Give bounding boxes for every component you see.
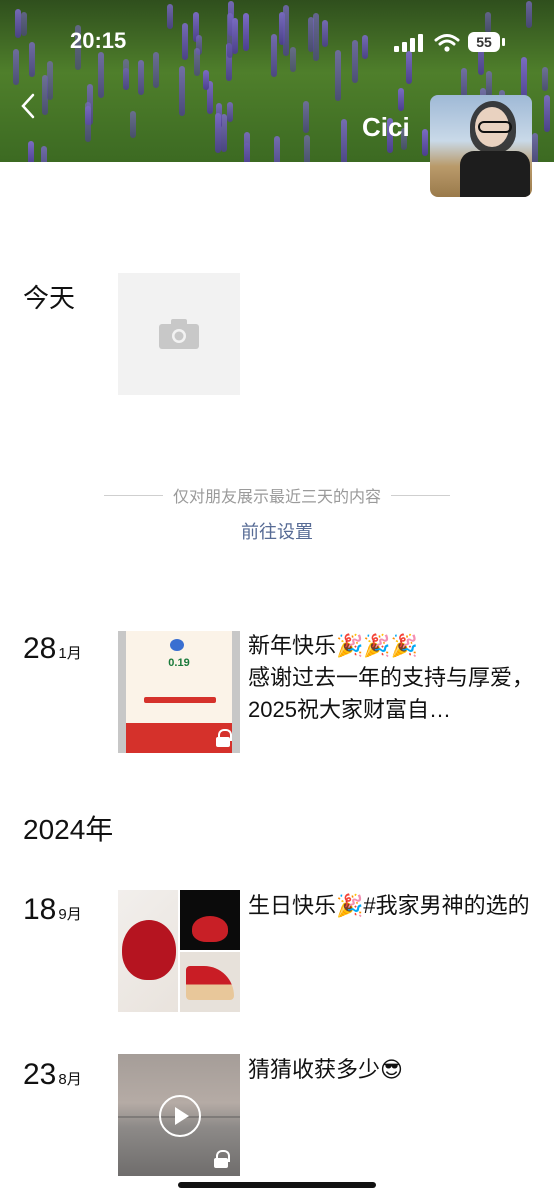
lupine-flower [41, 145, 48, 162]
post-day: 28 [23, 632, 57, 665]
lupine-flower [27, 140, 34, 162]
post-video-thumbnail[interactable] [118, 1054, 240, 1176]
post-date: 28 1月 [23, 632, 82, 666]
privacy-note-text: 仅对朋友展示最近三天的内容 [173, 489, 382, 506]
post-text[interactable]: 新年快乐🎉🎉🎉 感谢过去一年的支持与厚爱，2025祝大家财富自… [248, 630, 534, 726]
cake-photo-3 [180, 952, 240, 1012]
lupine-flower [302, 100, 309, 134]
status-bar: 20:15 55 [0, 0, 554, 82]
divider-line [104, 494, 163, 496]
thumb-bar [144, 697, 216, 703]
year-divider: 2024年 [23, 814, 114, 845]
post-month: 8月 [58, 1071, 82, 1088]
avatar-glasses [478, 121, 512, 133]
play-icon[interactable] [159, 1095, 201, 1137]
chevron-left-icon [21, 93, 35, 119]
post-day: 18 [23, 893, 57, 926]
thumb-amount: 0.19 [168, 657, 190, 669]
back-button[interactable] [20, 92, 40, 122]
add-photo-placeholder[interactable] [118, 273, 240, 395]
cake-photo-1 [118, 890, 178, 1012]
lupine-flower [274, 135, 281, 162]
avatar-body [460, 151, 530, 197]
cake-photo-2 [180, 890, 240, 950]
go-to-settings-link[interactable]: 前往设置 [0, 518, 554, 544]
post-text[interactable]: 生日快乐🎉#我家男神的选的 [248, 890, 534, 922]
lupine-flower [130, 111, 137, 139]
post-month: 9月 [58, 906, 82, 923]
post-month: 1月 [58, 645, 82, 662]
home-indicator [178, 1182, 376, 1188]
battery-nub [502, 38, 505, 46]
post-text[interactable]: 猜猜收获多少😎 [248, 1054, 534, 1086]
lupine-flower [531, 132, 538, 162]
lupine-flower [544, 95, 551, 132]
profile-name: Cici [362, 112, 410, 142]
post-thumbnail-collage[interactable] [118, 890, 240, 1012]
lupine-flower [215, 112, 222, 153]
lupine-flower [421, 128, 428, 156]
lupine-flower [340, 118, 347, 162]
avatar[interactable] [430, 95, 532, 197]
lock-icon [214, 729, 232, 747]
post-date: 18 9月 [23, 893, 82, 927]
wifi-icon [434, 34, 460, 52]
status-time: 20:15 [70, 28, 127, 53]
lock-icon [212, 1150, 230, 1168]
signal-icon [394, 34, 426, 52]
privacy-note: 仅对朋友展示最近三天的内容 [104, 484, 451, 506]
post-day: 23 [23, 1058, 57, 1091]
battery-icon: 55 [468, 32, 500, 52]
lupine-flower [226, 102, 233, 122]
camera-icon [159, 319, 199, 349]
post-date: 23 8月 [23, 1058, 82, 1092]
divider-line [391, 494, 451, 496]
lupine-flower [244, 132, 251, 162]
lupine-flower [304, 135, 311, 162]
app-logo-icon [170, 639, 184, 651]
lupine-flower [84, 101, 91, 142]
today-label: 今天 [23, 283, 76, 313]
post-thumbnail[interactable]: 0.19 [118, 631, 240, 753]
lupine-flower [398, 88, 405, 111]
